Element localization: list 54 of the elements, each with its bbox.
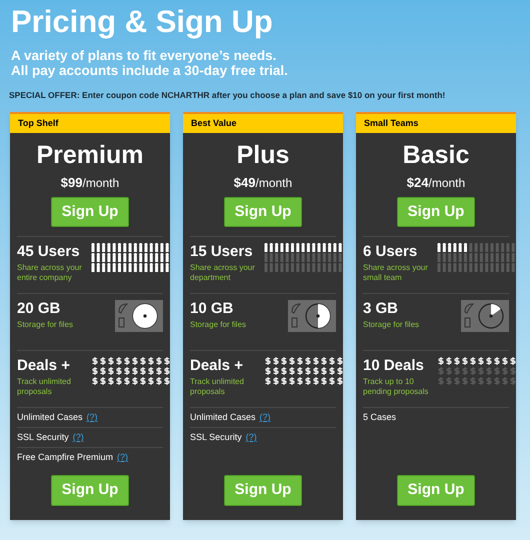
feature-description: Track up to 10 pending proposals [363, 377, 430, 398]
sign-up-button[interactable]: Sign Up [224, 475, 302, 506]
feature-description: Track unlimited proposals [190, 377, 245, 398]
sign-up-button[interactable]: Sign Up [396, 196, 476, 228]
plan-name: Basic [402, 141, 470, 170]
plan-tag: Small Teams [356, 112, 516, 134]
sign-up-button[interactable]: Sign Up [224, 196, 302, 228]
feature-description: Track unlimited proposals [17, 377, 72, 398]
feature-label: 5 Cases [363, 411, 396, 424]
subtitle-line: All pay accounts include a 30-day free trial. [11, 63, 289, 78]
feature-label: Unlimited Cases [17, 411, 83, 424]
feature-title: 10 GB [190, 300, 234, 318]
price-period: /month [428, 175, 466, 192]
price-period: /month [256, 175, 292, 192]
feature-description: Share across your entire company [17, 263, 83, 284]
feature-label: SSL Security [190, 431, 242, 444]
plan-price: $99 [60, 174, 82, 192]
feature-title: Deals + [17, 357, 71, 376]
feature-description: Storage for files [17, 320, 74, 330]
feature-title: 15 Users [190, 243, 254, 262]
plan-price: $49 [234, 174, 256, 192]
subtitle-line: A variety of plans to fit everyone’s needs. [11, 48, 278, 63]
feature-title: 45 Users [17, 243, 81, 262]
plan-name: Premium [36, 141, 144, 170]
feature-title: 6 Users [363, 243, 418, 262]
page-title: Pricing & Sign Up [10, 4, 274, 40]
feature-description: Share across your department [190, 263, 256, 284]
help-link[interactable]: (?) [260, 411, 271, 424]
feature-description: Share across your small team [363, 263, 429, 284]
feature-title: 10 Deals [363, 357, 425, 376]
plan-name: Plus [236, 141, 290, 170]
sign-up-button[interactable]: Sign Up [50, 475, 130, 506]
help-link[interactable]: (?) [86, 411, 98, 424]
feature-label: SSL Security [17, 431, 69, 444]
plan-price: $24 [406, 174, 428, 192]
sign-up-button[interactable]: Sign Up [50, 196, 130, 228]
feature-label: Unlimited Cases [190, 411, 256, 424]
price-period: /month [82, 175, 120, 192]
feature-title: 3 GB [363, 300, 400, 318]
feature-title: Deals + [190, 357, 244, 376]
disk-meter-drawing [288, 300, 336, 332]
help-link[interactable]: (?) [117, 451, 128, 464]
feature-title: 20 GB [17, 300, 62, 318]
feature-description: Storage for files [363, 320, 420, 330]
help-link[interactable]: (?) [72, 431, 84, 444]
disk-meter-drawing [461, 300, 509, 332]
sign-up-button[interactable]: Sign Up [396, 475, 476, 506]
plan-tag: Top Shelf [10, 112, 170, 134]
feature-label: Free Campfire Premium [17, 451, 114, 464]
plan-tag: Best Value [183, 112, 343, 134]
disk-meter-drawing [115, 300, 163, 332]
special-offer: SPECIAL OFFER: Enter coupon code NCHARTHR after you choose a plan and save $10 on your first month! [8, 89, 446, 102]
help-link[interactable]: (?) [246, 431, 257, 444]
feature-description: Storage for files [190, 320, 248, 330]
